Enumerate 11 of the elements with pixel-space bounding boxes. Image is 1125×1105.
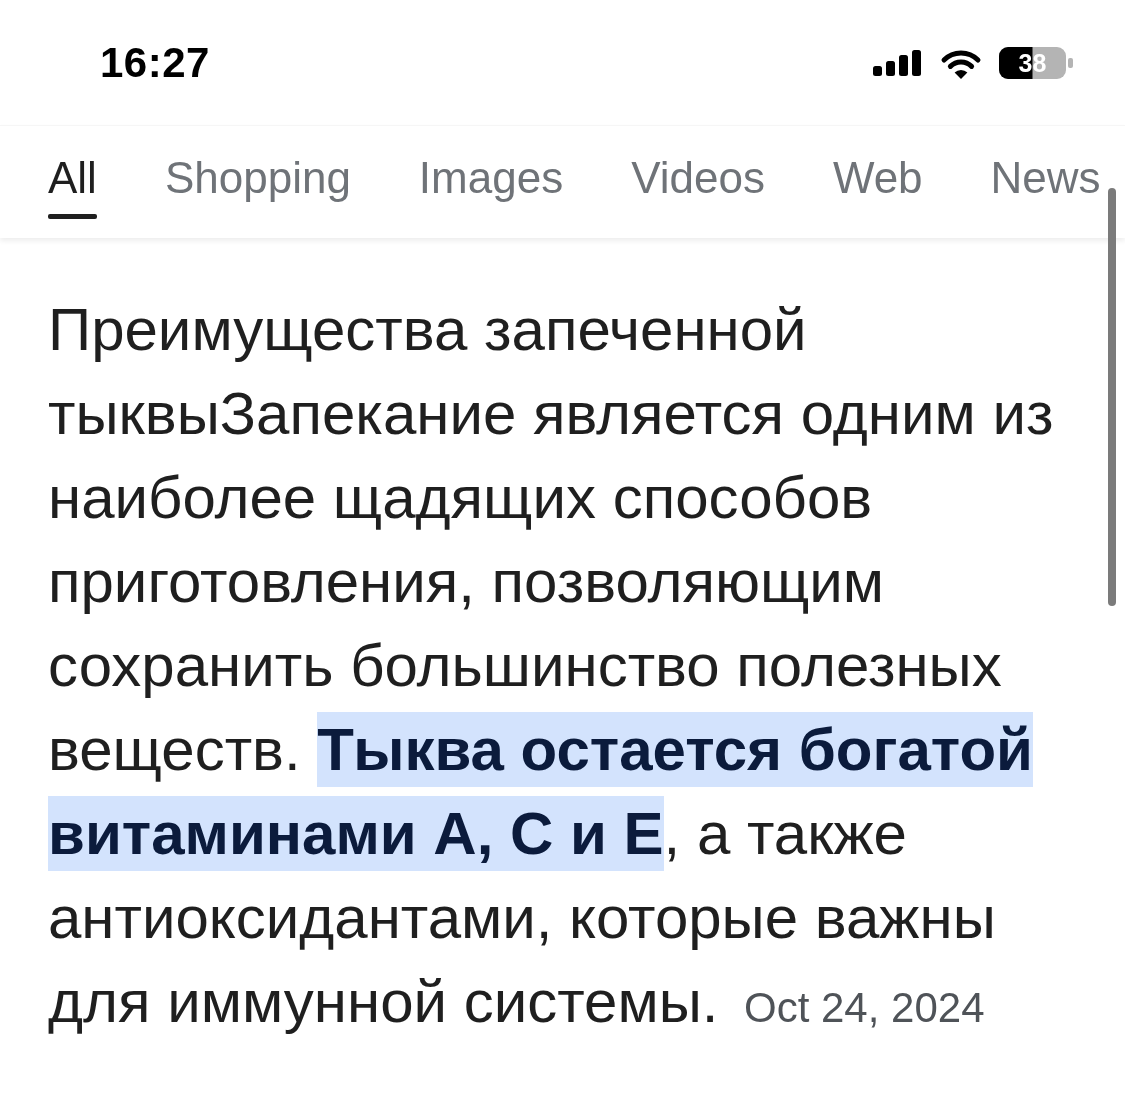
- tab[interactable]: Images: [418, 126, 564, 239]
- snippet-date: Oct 24, 2024: [744, 984, 985, 1031]
- tab[interactable]: Videos: [631, 126, 765, 239]
- tab[interactable]: All: [48, 126, 97, 239]
- tab[interactable]: News: [990, 126, 1101, 239]
- tab[interactable]: Shopping: [164, 126, 351, 239]
- tab[interactable]: Web: [832, 126, 923, 239]
- scrollbar-thumb[interactable]: [1108, 188, 1116, 606]
- signal-icon: [873, 49, 923, 76]
- status-time: 16:27: [100, 41, 210, 84]
- battery-indicator: 38: [999, 46, 1073, 79]
